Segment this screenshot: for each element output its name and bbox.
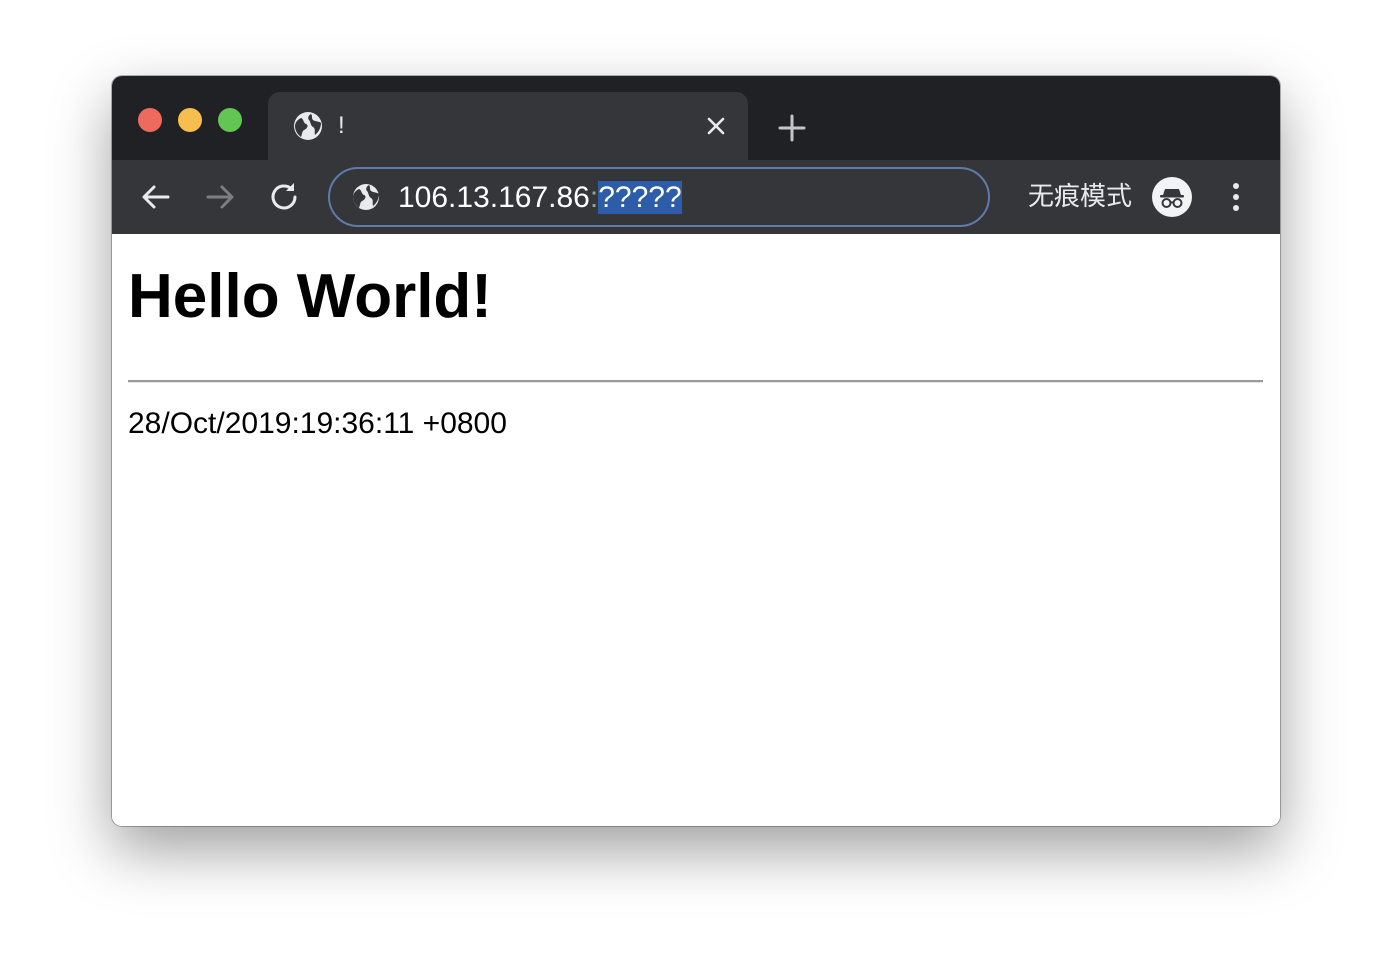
incognito-glyph [1160, 189, 1184, 208]
reload-icon[interactable] [264, 177, 304, 217]
tab-title: ! [338, 112, 345, 139]
url-text[interactable]: 106.13.167.86:????? [398, 181, 682, 215]
timestamp-text: 28/Oct/2019:19:36:11 +0800 [128, 407, 507, 440]
close-icon[interactable] [700, 110, 732, 142]
horizontal-rule [128, 380, 1263, 383]
plus-icon[interactable] [774, 110, 810, 146]
address-bar[interactable]: 106.13.167.86:????? [328, 167, 990, 227]
page-heading: Hello World! [128, 262, 492, 331]
arrow-left-icon[interactable] [136, 177, 176, 217]
browser-tab[interactable]: ! [268, 92, 748, 160]
url-separator: : [589, 181, 599, 214]
url-port-selected: ????? [598, 181, 682, 214]
site-info-globe-icon[interactable] [350, 181, 382, 213]
window-maximize-button[interactable] [218, 108, 242, 132]
page-content: Hello World! 28/Oct/2019:19:36:11 +0800 [112, 234, 1280, 826]
arrow-right-icon[interactable] [200, 177, 240, 217]
incognito-icon[interactable] [1152, 177, 1192, 217]
window-close-button[interactable] [138, 108, 162, 132]
window-minimize-button[interactable] [178, 108, 202, 132]
browser-toolbar: 106.13.167.86:????? 无痕模式 [112, 160, 1280, 234]
title-bar: ! [112, 76, 1280, 160]
incognito-label: 无痕模式 [1028, 182, 1133, 212]
kebab-menu-icon[interactable] [1220, 177, 1252, 217]
browser-window: ! 106.13.167.86:????? 无痕模式 Hello World! … [112, 76, 1280, 826]
globe-icon [294, 112, 322, 140]
url-host: 106.13.167.86 [398, 181, 590, 214]
